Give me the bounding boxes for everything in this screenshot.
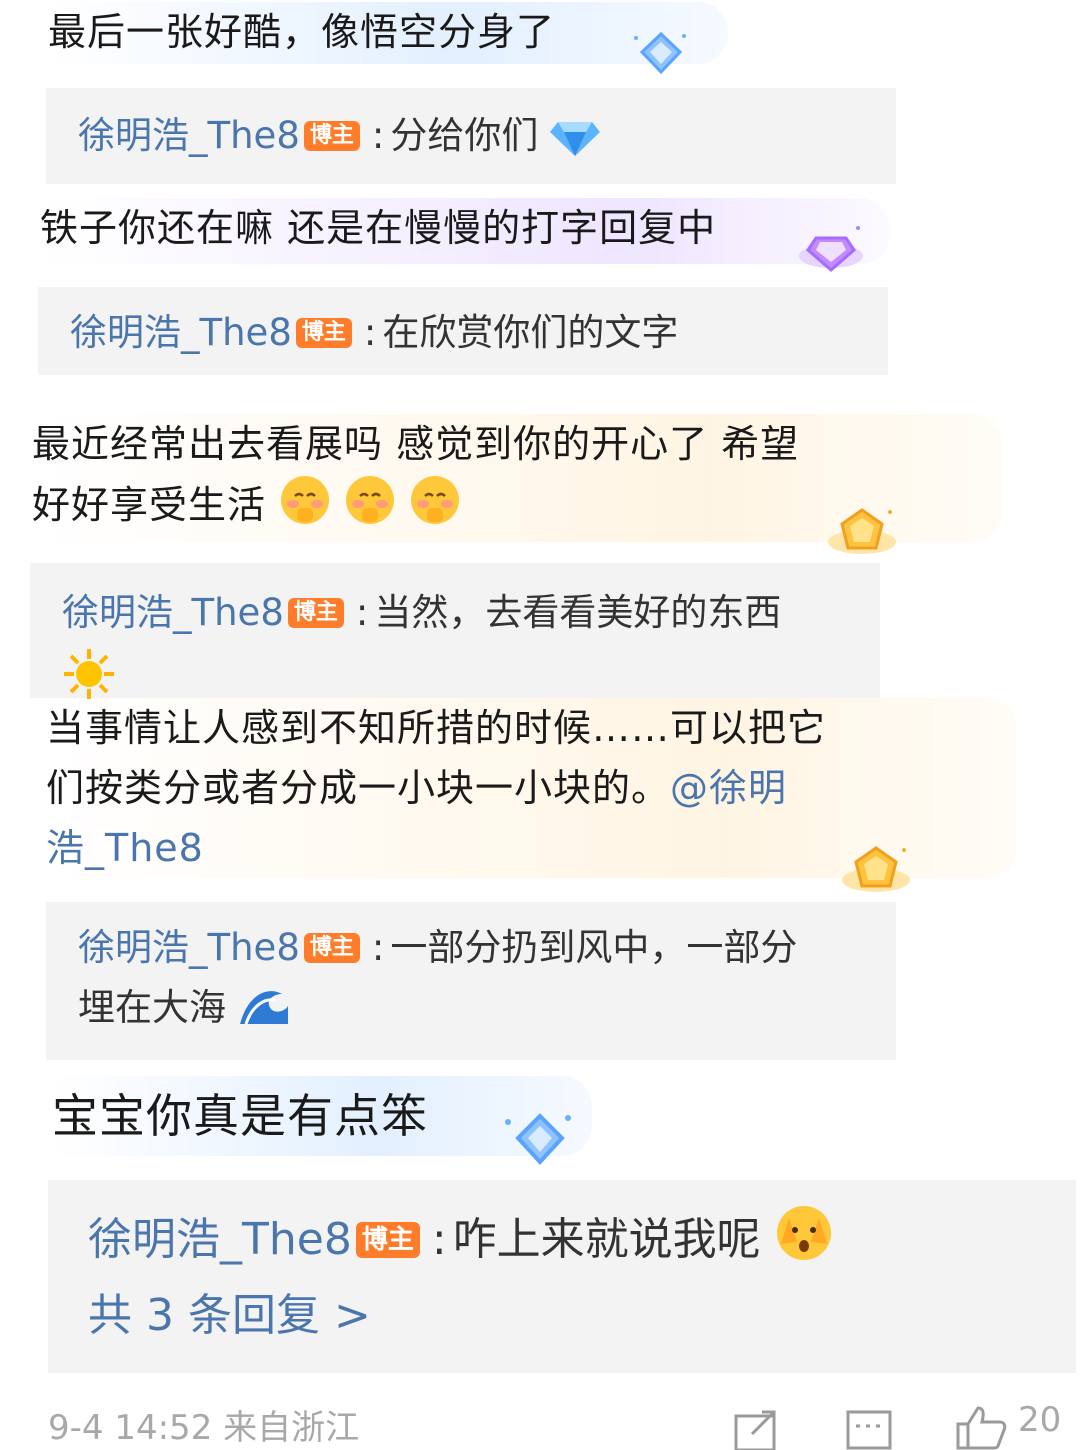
blogger-tag: 博主 xyxy=(287,598,344,628)
comment-text-line1: 当事情让人感到不知所措的时候……可以把它 xyxy=(46,706,827,750)
like-count: 20 xyxy=(1018,1400,1062,1440)
blogger-tag: 博主 xyxy=(355,1222,420,1258)
shy-face-emoji xyxy=(411,476,460,524)
comment-2[interactable]: 铁子你还在嘛 还是在慢慢的打字回复中 xyxy=(40,198,890,264)
blogger-tag: 博主 xyxy=(303,933,360,963)
blogger-tag: 博主 xyxy=(295,318,352,348)
gem-emoji-icon xyxy=(550,122,601,156)
shy-face-emoji xyxy=(281,476,330,524)
shy-face-emoji xyxy=(346,476,395,524)
reply-author[interactable]: 徐明浩_The8 xyxy=(78,926,300,969)
reply-1[interactable]: 徐明浩_The8 博主: 分给你们 xyxy=(46,88,896,184)
comment-text: 铁子你还在嘛 还是在慢慢的打字回复中 xyxy=(40,206,717,250)
gold-badge-icon xyxy=(842,846,910,892)
reply-2[interactable]: 徐明浩_The8 博主: 在欣赏你们的文字 xyxy=(38,287,888,375)
comment-text-line2: 好好享受生活 xyxy=(32,474,882,535)
share-icon[interactable] xyxy=(734,1410,780,1450)
reply-author[interactable]: 徐明浩_The8 xyxy=(78,114,300,157)
mention-link-cont[interactable]: 浩_The8 xyxy=(46,818,896,878)
diamond-badge-icon xyxy=(634,31,686,75)
reply-4[interactable]: 徐明浩_The8 博主: 一部分扔到风中，一部分 埋在大海 xyxy=(46,902,896,1060)
peek-face-emoji xyxy=(776,1206,831,1260)
reply-3[interactable]: 徐明浩_The8 博主: 当然，去看看美好的东西 xyxy=(30,563,880,699)
reply-5[interactable]: 徐明浩_The8 博主: 咋上来就说我呢 共 3 条回复 > xyxy=(48,1180,1076,1373)
gold-badge-icon xyxy=(828,508,896,554)
reply-text: 当然，去看看美好的东西 xyxy=(374,591,782,634)
comment-1[interactable]: 最后一张好酷，像悟空分身了 xyxy=(48,2,728,64)
reply-text-line1: 一部分扔到风中，一部分 xyxy=(390,926,798,969)
reply-text: 分给你们 xyxy=(390,114,539,157)
blogger-tag: 博主 xyxy=(303,121,360,151)
reply-author[interactable]: 徐明浩_The8 xyxy=(70,311,292,354)
mention-link[interactable]: @徐明 xyxy=(670,766,787,810)
reply-text: 在欣赏你们的文字 xyxy=(382,311,679,354)
time-location: 9-4 14:52 来自浙江 xyxy=(48,1408,360,1448)
comment-text-line2: 们按类分或者分成一小块一小块的。@徐明 xyxy=(46,766,788,810)
comment-text-line1: 最近经常出去看展吗 感觉到你的开心了 希望 xyxy=(32,422,800,466)
comment-text: 最后一张好酷，像悟空分身了 xyxy=(48,10,556,54)
wave-emoji xyxy=(239,991,288,1025)
sun-emoji xyxy=(64,649,114,699)
comment-footer: 9-4 14:52 来自浙江 20 xyxy=(48,1400,1080,1450)
reply-text-line2: 埋在大海 xyxy=(78,986,226,1029)
diamond-badge-icon xyxy=(505,1113,571,1165)
more-replies-link[interactable]: 共 3 条回复 > xyxy=(88,1290,371,1341)
comment-text: 宝宝你真是有点笨 xyxy=(52,1089,428,1143)
like-icon[interactable] xyxy=(954,1404,1008,1450)
reply-author[interactable]: 徐明浩_The8 xyxy=(62,591,284,634)
comment-icon[interactable] xyxy=(846,1410,892,1450)
reply-text: 咋上来就说我呢 xyxy=(452,1214,761,1265)
purple-badge-icon xyxy=(799,226,863,272)
reply-author[interactable]: 徐明浩_The8 xyxy=(88,1214,352,1265)
